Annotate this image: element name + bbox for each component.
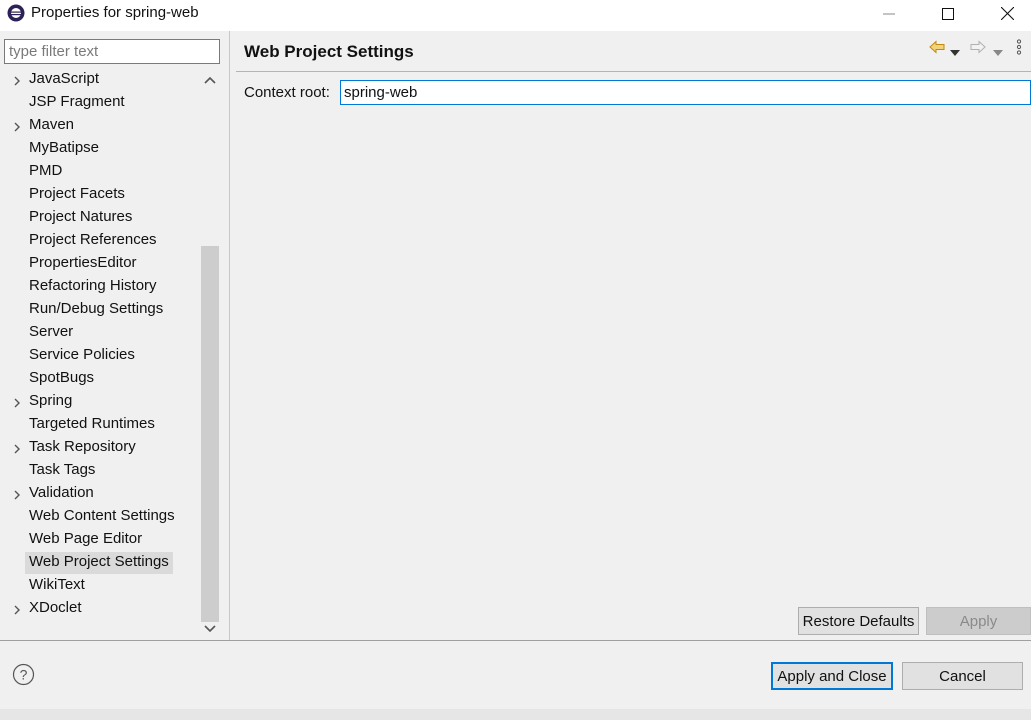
title-separator bbox=[236, 71, 1031, 72]
page-navigation bbox=[926, 38, 1031, 60]
close-icon bbox=[1000, 6, 1014, 24]
view-menu-icon[interactable] bbox=[1016, 39, 1022, 59]
scroll-down-icon[interactable] bbox=[203, 622, 217, 636]
maximize-icon bbox=[942, 7, 954, 24]
tree-item[interactable]: Targeted Runtimes bbox=[0, 414, 200, 437]
tree-item-label: JSP Fragment bbox=[29, 93, 125, 110]
property-page-tree: JavaScript JSP Fragment Maven MyBatipse PMD P… bbox=[0, 69, 200, 640]
tree-scrollbar[interactable] bbox=[200, 69, 220, 640]
tree-item[interactable]: Task Tags bbox=[0, 460, 200, 483]
tree-item-label: WikiText bbox=[29, 576, 85, 593]
tree-item-label: Project Natures bbox=[29, 208, 133, 225]
help-icon[interactable]: ? bbox=[12, 663, 35, 686]
tree-item-label: Validation bbox=[29, 484, 94, 501]
tree-item-label: SpotBugs bbox=[29, 369, 95, 386]
tree-item[interactable]: Project Natures bbox=[0, 207, 200, 230]
tree-item-label: Service Policies bbox=[29, 346, 135, 363]
scroll-up-icon[interactable] bbox=[203, 73, 217, 87]
chevron-right-icon[interactable] bbox=[11, 442, 23, 454]
tree-item-label: Project References bbox=[29, 231, 157, 248]
tree-item[interactable]: Refactoring History bbox=[0, 276, 200, 299]
window-title: Properties for spring-web bbox=[31, 4, 199, 21]
tree-item[interactable]: Server bbox=[0, 322, 200, 345]
context-root-label: Context root: bbox=[244, 84, 330, 101]
tree-item[interactable]: JSP Fragment bbox=[0, 92, 200, 115]
chevron-right-icon[interactable] bbox=[11, 120, 23, 132]
tree-item[interactable]: JavaScript bbox=[0, 69, 200, 92]
tree-item-label: Task Repository bbox=[29, 438, 136, 455]
title-bar: Properties for spring-web bbox=[0, 0, 1031, 31]
tree-item[interactable]: MyBatipse bbox=[0, 138, 200, 161]
tree-item-label: Web Page Editor bbox=[29, 530, 143, 547]
chevron-right-icon[interactable] bbox=[11, 396, 23, 408]
chevron-right-icon[interactable] bbox=[11, 488, 23, 500]
back-dropdown-icon[interactable] bbox=[950, 43, 960, 60]
tree-item-label: Web Content Settings bbox=[29, 507, 175, 524]
tree-item[interactable]: PMD bbox=[0, 161, 200, 184]
tree-item[interactable]: Service Policies bbox=[0, 345, 200, 368]
tree-item-label: Spring bbox=[29, 392, 73, 409]
tree-item[interactable]: Task Repository bbox=[0, 437, 200, 460]
cancel-button[interactable]: Cancel bbox=[902, 662, 1023, 690]
tree-item-label: Project Facets bbox=[29, 185, 125, 202]
tree-item[interactable]: XDoclet bbox=[0, 598, 200, 621]
tree-item[interactable]: PropertiesEditor bbox=[0, 253, 200, 276]
tree-item-label: XDoclet bbox=[29, 599, 82, 616]
minimize-icon bbox=[883, 7, 895, 24]
chevron-right-icon[interactable] bbox=[11, 603, 23, 615]
filter-input[interactable] bbox=[4, 39, 220, 64]
tree-item[interactable]: Spring bbox=[0, 391, 200, 414]
apply-button[interactable]: Apply bbox=[926, 607, 1031, 635]
page-title: Web Project Settings bbox=[244, 42, 414, 61]
tree-item-label: Refactoring History bbox=[29, 277, 157, 294]
tree-item-label: PMD bbox=[29, 162, 63, 179]
tree-item-label: MyBatipse bbox=[29, 139, 100, 156]
svg-text:?: ? bbox=[20, 667, 28, 683]
tree-item[interactable]: Web Page Editor bbox=[0, 529, 200, 552]
tree-item[interactable]: Web Content Settings bbox=[0, 506, 200, 529]
tree-item[interactable]: Web Project Settings bbox=[0, 552, 200, 575]
restore-defaults-button[interactable]: Restore Defaults bbox=[798, 607, 919, 635]
forward-dropdown-icon[interactable] bbox=[993, 43, 1003, 60]
tree-item-label: Task Tags bbox=[29, 461, 96, 478]
tree-item[interactable]: Maven bbox=[0, 115, 200, 138]
eclipse-icon bbox=[6, 3, 26, 23]
tree-item[interactable]: Project References bbox=[0, 230, 200, 253]
minimize-button[interactable] bbox=[866, 0, 912, 31]
chevron-right-icon[interactable] bbox=[11, 74, 23, 86]
tree-item-label: Web Project Settings bbox=[25, 552, 173, 574]
tree-item[interactable]: Validation bbox=[0, 483, 200, 506]
tree-item[interactable]: WikiText bbox=[0, 575, 200, 598]
context-root-input[interactable] bbox=[340, 80, 1031, 105]
tree-item[interactable]: SpotBugs bbox=[0, 368, 200, 391]
back-arrow-icon[interactable] bbox=[929, 40, 945, 58]
pane-divider[interactable] bbox=[229, 31, 230, 641]
maximize-button[interactable] bbox=[925, 0, 971, 31]
tree-item[interactable]: Run/Debug Settings bbox=[0, 299, 200, 322]
tree-item-label: Targeted Runtimes bbox=[29, 415, 155, 432]
tree-item-label: Server bbox=[29, 323, 74, 340]
forward-arrow-icon[interactable] bbox=[970, 40, 986, 58]
tree-item-label: Run/Debug Settings bbox=[29, 300, 164, 317]
footer-separator bbox=[0, 640, 1031, 641]
apply-and-close-button[interactable]: Apply and Close bbox=[771, 662, 893, 690]
tree-item-label: Maven bbox=[29, 116, 75, 133]
close-button[interactable] bbox=[984, 0, 1030, 31]
tree-item[interactable]: Project Facets bbox=[0, 184, 200, 207]
window-bottom-edge bbox=[0, 709, 1031, 720]
scrollbar-thumb[interactable] bbox=[201, 246, 219, 622]
tree-item-label: JavaScript bbox=[29, 70, 100, 87]
tree-item-label: PropertiesEditor bbox=[29, 254, 137, 271]
